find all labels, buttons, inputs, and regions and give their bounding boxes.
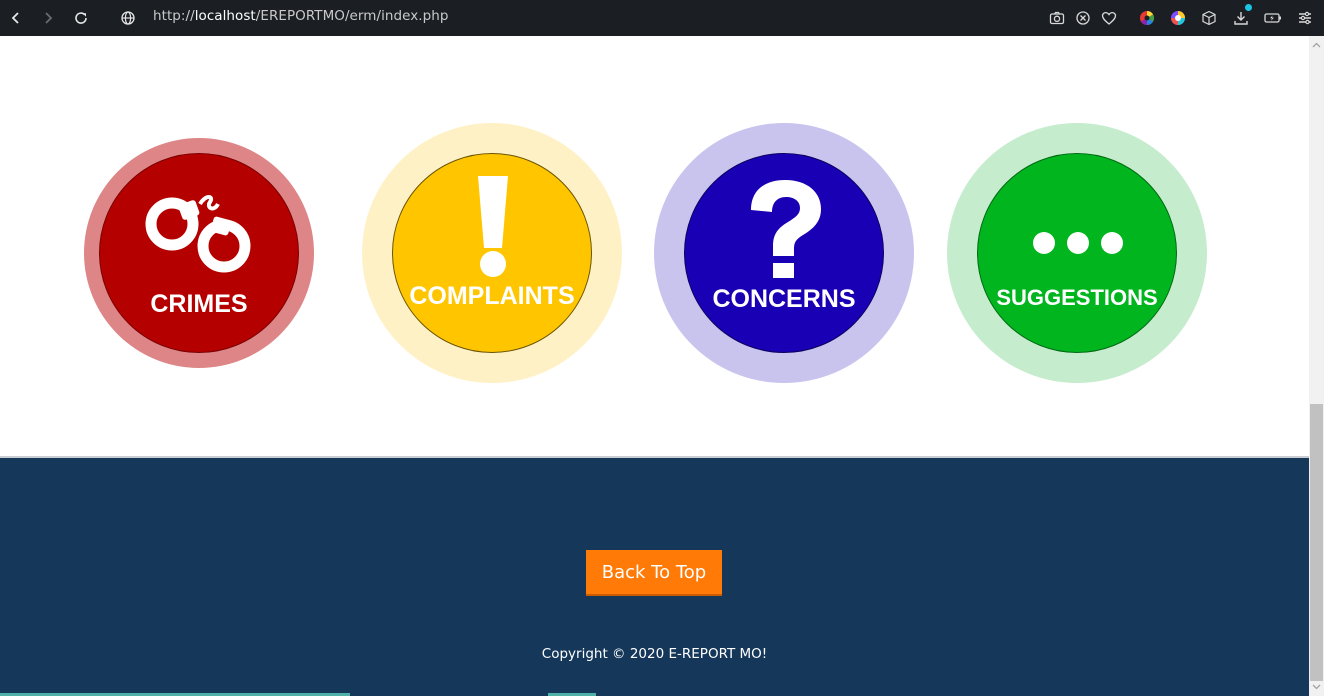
camera-icon[interactable] [1043, 0, 1071, 36]
url-host: localhost [194, 8, 256, 24]
battery-icon[interactable] [1259, 0, 1287, 36]
category-concerns[interactable]: CONCERNS [654, 123, 914, 383]
category-suggestions[interactable]: SUGGESTIONS [947, 123, 1207, 383]
globe-icon[interactable] [114, 0, 142, 36]
forward-icon[interactable] [34, 0, 62, 36]
reload-icon[interactable] [67, 0, 95, 36]
footer: Back To Top Copyright © 2020 E-REPORT MO… [0, 456, 1309, 696]
heart-icon[interactable] [1095, 0, 1123, 36]
question-icon [751, 180, 821, 278]
page-content: CRIMES COMPLAINTS CONCERNS SUGGESTIONS [0, 36, 1309, 457]
ellipsis-icon [1033, 232, 1123, 254]
back-icon[interactable] [2, 0, 30, 36]
category-label: SUGGESTIONS [996, 285, 1158, 310]
address-bar[interactable]: http://localhost/EREPORTMO/erm/index.php [153, 0, 448, 33]
category-complaints[interactable]: COMPLAINTS [362, 123, 622, 383]
url-prefix: http:// [153, 8, 195, 24]
scroll-down-icon[interactable] [1309, 680, 1324, 694]
color-wheel-icon[interactable] [1133, 0, 1161, 36]
cube-icon[interactable] [1195, 0, 1223, 36]
menu-icon[interactable] [1291, 0, 1319, 36]
copyright-text: Copyright © 2020 E-REPORT MO! [541, 646, 768, 662]
scroll-up-icon[interactable] [1309, 38, 1324, 52]
scroll-thumb[interactable] [1310, 404, 1323, 681]
palette-icon[interactable] [1164, 0, 1192, 36]
download-indicator-dot [1245, 4, 1252, 11]
url-path: /EREPORTMO/erm/index.php [255, 8, 449, 24]
category-label: COMPLAINTS [409, 282, 575, 310]
block-icon[interactable] [1069, 0, 1097, 36]
handcuffs-icon [145, 195, 251, 273]
page-scrollbar[interactable] [1309, 36, 1324, 696]
exclamation-icon [478, 176, 508, 277]
back-to-top-button[interactable]: Back To Top [586, 550, 722, 596]
category-crimes[interactable]: CRIMES [84, 138, 314, 368]
browser-toolbar: http://localhost/EREPORTMO/erm/index.php [0, 0, 1324, 36]
category-label: CONCERNS [712, 285, 856, 313]
category-label: CRIMES [150, 290, 248, 318]
